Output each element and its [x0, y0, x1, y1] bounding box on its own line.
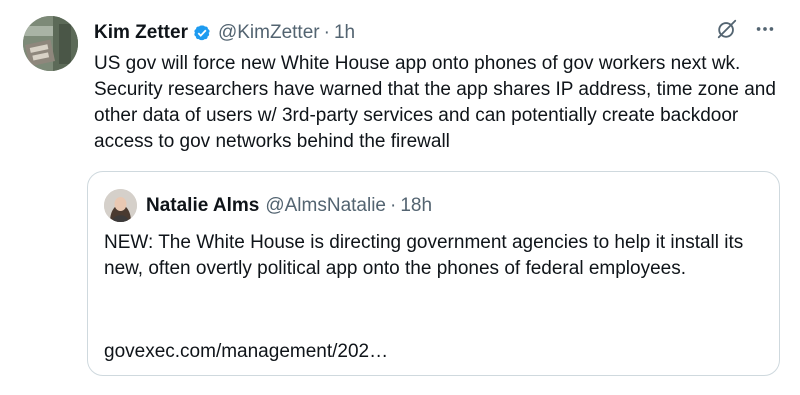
- quoted-timestamp[interactable]: 18h: [400, 194, 432, 218]
- quoted-tweet-link[interactable]: govexec.com/management/202…: [104, 339, 388, 365]
- verified-badge-icon[interactable]: [192, 23, 212, 43]
- quoted-author-name[interactable]: Natalie Alms: [146, 194, 259, 218]
- tweet[interactable]: Kim Zetter @KimZetter · 1h US gov will f…: [0, 0, 800, 395]
- avatar-image: [23, 16, 78, 71]
- more-icon[interactable]: [754, 18, 776, 40]
- quoted-separator-dot: ·: [390, 195, 397, 216]
- quoted-tweet[interactable]: Natalie Alms @AlmsNatalie · 18h NEW: The…: [87, 171, 780, 376]
- tweet-text: US gov will force new White House app on…: [94, 53, 776, 152]
- quoted-tweet-text: NEW: The White House is directing govern…: [104, 232, 744, 279]
- author-handle[interactable]: @KimZetter: [218, 21, 320, 45]
- tweet-header: Kim Zetter @KimZetter · 1h: [94, 21, 355, 45]
- quoted-author-avatar[interactable]: [104, 189, 137, 222]
- author-name[interactable]: Kim Zetter: [94, 21, 188, 45]
- quoted-avatar-image: [104, 189, 137, 222]
- quoted-tweet-header: Natalie Alms @AlmsNatalie · 18h: [146, 194, 432, 218]
- quoted-author-handle[interactable]: @AlmsNatalie: [265, 194, 386, 218]
- tweet-actions-top: [716, 18, 776, 40]
- grok-icon[interactable]: [716, 18, 738, 40]
- author-avatar[interactable]: [23, 16, 78, 71]
- separator-dot: ·: [323, 22, 330, 43]
- tweet-timestamp[interactable]: 1h: [334, 21, 355, 45]
